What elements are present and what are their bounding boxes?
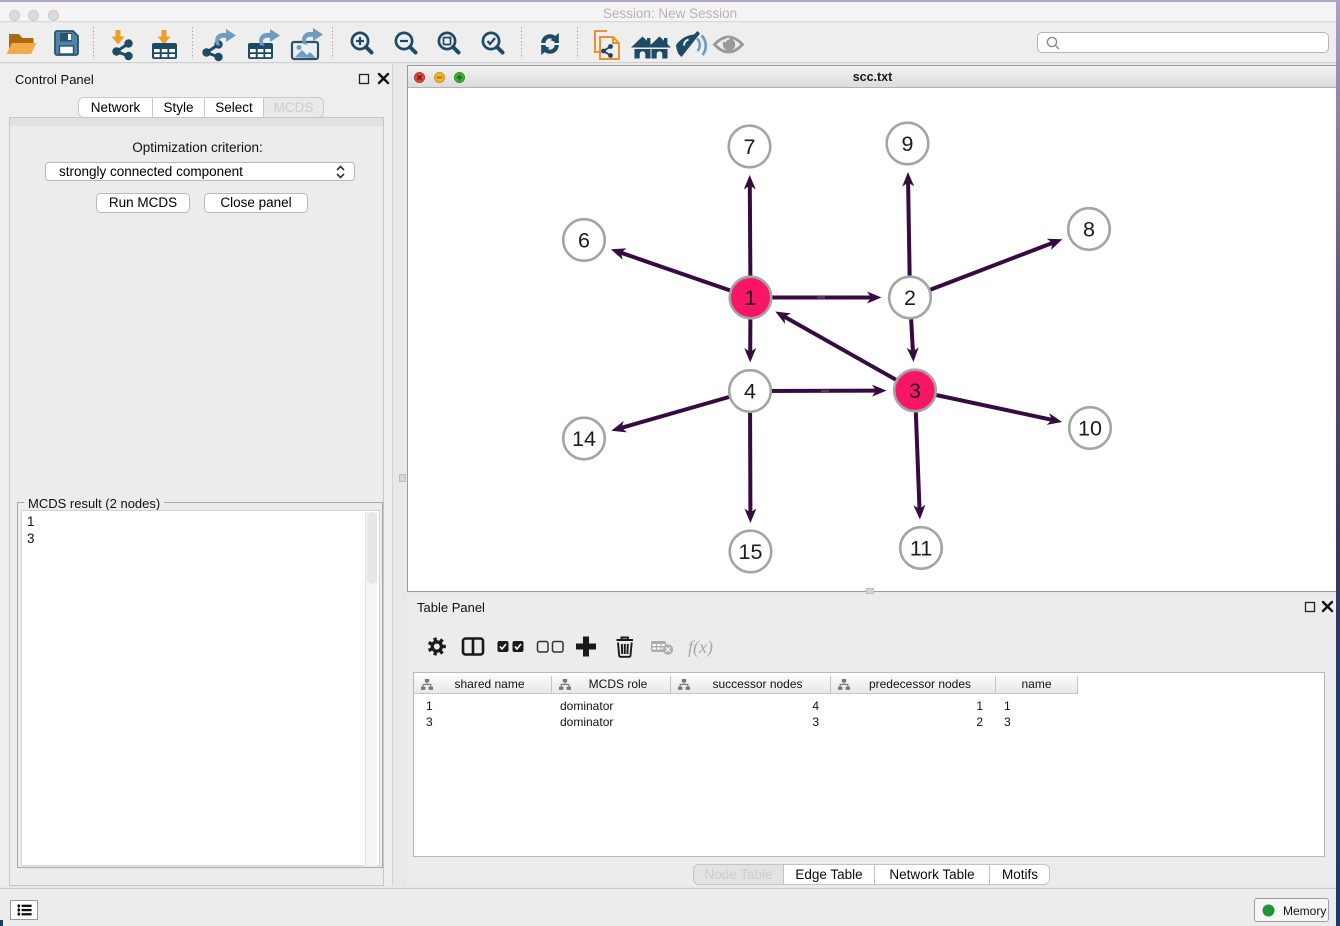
svg-text:f(x): f(x): [688, 637, 713, 658]
svg-text:1: 1: [745, 286, 757, 310]
svg-text:4: 4: [744, 380, 756, 404]
svg-text:8: 8: [1083, 218, 1095, 242]
svg-text:11: 11: [910, 537, 932, 561]
svg-text:3: 3: [909, 379, 921, 403]
svg-text:14: 14: [572, 427, 596, 451]
svg-text:9: 9: [902, 132, 914, 156]
svg-text:7: 7: [744, 135, 756, 159]
svg-text:10: 10: [1078, 417, 1102, 441]
svg-text:2: 2: [904, 286, 916, 310]
svg-text:6: 6: [578, 229, 590, 253]
svg-text:15: 15: [739, 540, 763, 564]
